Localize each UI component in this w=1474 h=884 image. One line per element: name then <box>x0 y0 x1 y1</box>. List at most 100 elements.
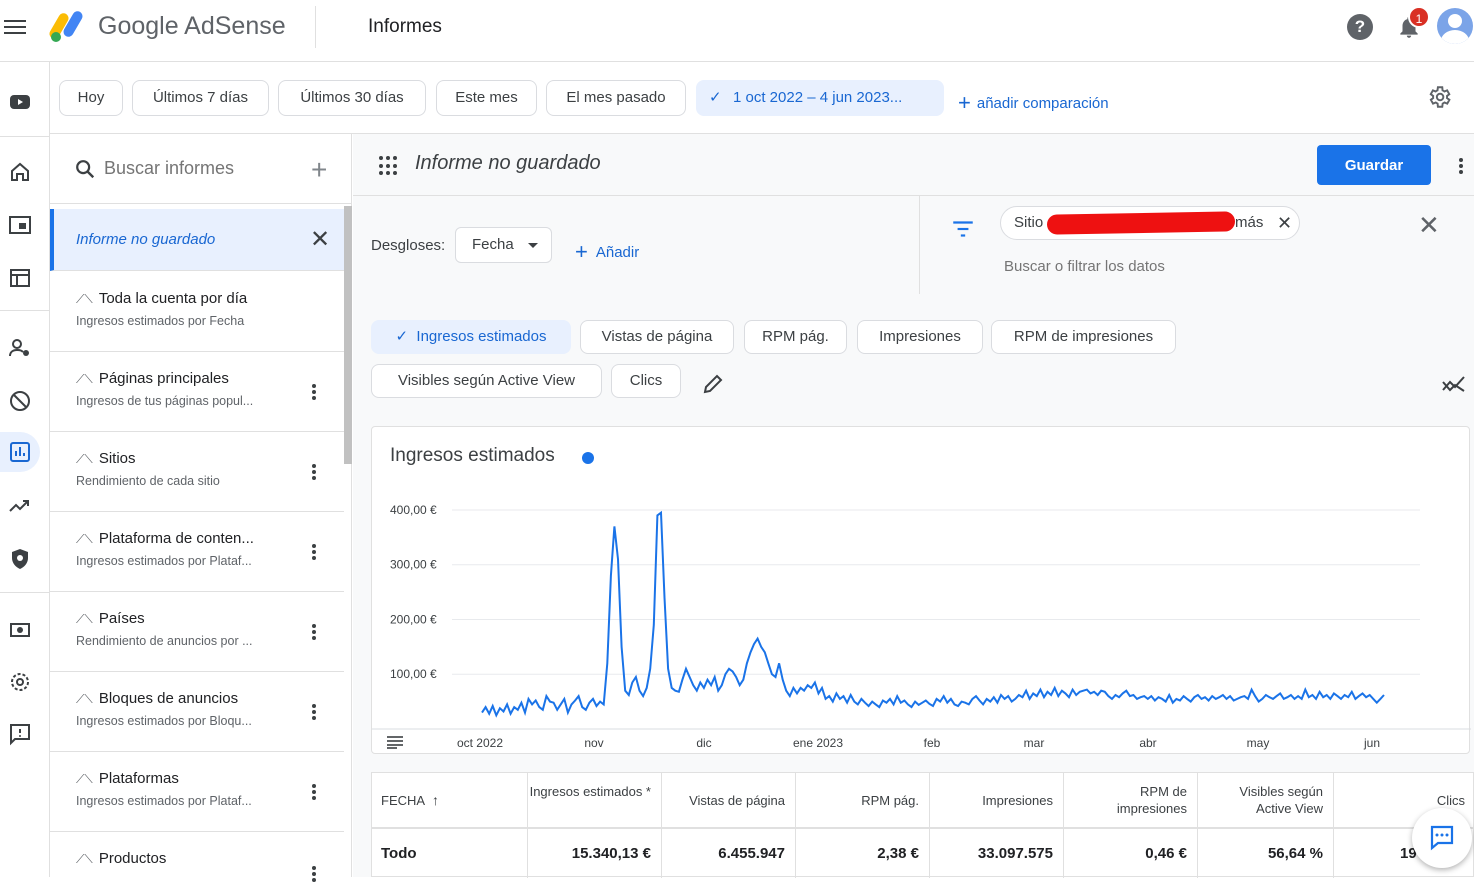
more-vert-icon[interactable] <box>312 864 318 884</box>
x-tick-label: jun <box>1363 736 1380 750</box>
date-chip-last-7[interactable]: Últimos 7 días <box>132 80 269 116</box>
sparkline-icon: ⟋⟍ <box>76 452 93 466</box>
list-item-unsaved-report[interactable]: Informe no guardado ✕ <box>50 209 344 271</box>
more-vert-icon[interactable] <box>312 542 318 562</box>
date-chip-today[interactable]: Hoy <box>59 80 123 116</box>
filter-chip-label: Sitio <box>1014 214 1044 231</box>
metric-chip-clicks[interactable]: Clics <box>611 364 681 398</box>
filter-search-input[interactable] <box>1004 258 1304 275</box>
reports-icon[interactable] <box>0 432 40 472</box>
new-report-plus-icon[interactable]: + <box>311 154 327 186</box>
home-icon[interactable] <box>0 152 40 192</box>
table-cell: 56,64 % <box>1198 829 1334 878</box>
sparkline-icon: ⟋⟍ <box>76 292 93 306</box>
optimization-icon[interactable] <box>0 486 40 526</box>
list-item[interactable]: ⟋⟍ Productos <box>50 832 344 882</box>
column-header[interactable]: Impresiones <box>930 773 1064 827</box>
list-item[interactable]: ⟋⟍ Sitios Rendimiento de cada sitio <box>50 432 344 512</box>
list-item[interactable]: ⟋⟍ Páginas principales Ingresos de tus pá… <box>50 352 344 432</box>
series-line-estimated-earnings[interactable] <box>481 510 1385 718</box>
sparkline-icon: ⟋⟍ <box>76 852 93 866</box>
column-header-date[interactable]: FECHA ↑ <box>372 773 528 827</box>
blocking-controls-icon[interactable] <box>0 381 40 421</box>
column-header[interactable]: RPM pág. <box>796 773 930 827</box>
check-icon: ✓ <box>709 89 722 106</box>
compare-trend-icon[interactable] <box>1441 372 1467 396</box>
report-subtitle: Ingresos de tus páginas popul... <box>76 394 254 408</box>
metric-chip-estimated-earnings[interactable]: ✓ Ingresos estimados <box>371 320 571 354</box>
save-button[interactable]: Guardar <box>1317 145 1431 185</box>
more-vert-icon[interactable] <box>312 382 318 402</box>
add-comparison-button[interactable]: + añadir comparación <box>958 88 1109 115</box>
date-range-bar: Hoy Últimos 7 días Últimos 30 días Este … <box>50 62 1474 134</box>
add-breakdown-button[interactable]: + Añadir <box>575 237 639 264</box>
column-header[interactable]: Visibles según Active View <box>1198 773 1334 827</box>
report-title: Bloques de anuncios <box>98 690 239 707</box>
privacy-messaging-icon[interactable] <box>0 328 40 368</box>
plus-icon: + <box>575 239 588 264</box>
help-icon[interactable]: ? <box>1347 14 1373 40</box>
more-vert-icon[interactable] <box>312 622 318 642</box>
report-subtitle: Rendimiento de cada sitio <box>76 474 220 488</box>
metric-chip-page-views[interactable]: Vistas de página <box>580 320 734 354</box>
more-vert-icon[interactable] <box>312 462 318 482</box>
breakdowns-panel: Desgloses: Fecha + Añadir <box>353 196 920 294</box>
y-tick-label: 400,00 € <box>390 503 437 517</box>
filter-icon[interactable] <box>950 216 976 242</box>
chart-legend-icon[interactable] <box>386 735 404 749</box>
clear-filters-icon[interactable]: ✕ <box>1418 210 1440 241</box>
list-item[interactable]: ⟋⟍ Toda la cuenta por día Ingresos estima… <box>50 272 344 352</box>
date-chip-last-month[interactable]: El mes pasado <box>546 80 686 116</box>
list-item[interactable]: ⟋⟍ Países Rendimiento de anuncios por ... <box>50 592 344 672</box>
metric-chip-page-rpm[interactable]: RPM pág. <box>744 320 847 354</box>
report-table: FECHA ↑ Ingresos estimados * Vistas de p… <box>371 772 1474 878</box>
list-item[interactable]: ⟋⟍ Bloques de anuncios Ingresos estimados… <box>50 672 344 752</box>
report-search: + <box>50 134 352 204</box>
filter-panel: Sitio más ✕ ✕ <box>920 196 1474 294</box>
settings-icon[interactable] <box>0 662 40 702</box>
feedback-icon[interactable] <box>0 714 40 754</box>
more-vert-icon[interactable] <box>312 782 318 802</box>
more-vert-icon[interactable] <box>312 702 318 722</box>
gear-icon[interactable] <box>1426 84 1452 110</box>
column-header[interactable]: Ingresos estimados * <box>528 773 662 827</box>
close-icon[interactable]: ✕ <box>1277 207 1292 239</box>
apps-icon[interactable] <box>379 156 399 176</box>
report-name[interactable]: Informe no guardado <box>415 152 601 175</box>
close-icon[interactable]: ✕ <box>310 225 330 254</box>
metric-chip-active-view[interactable]: Visibles según Active View <box>371 364 602 398</box>
report-subtitle: Ingresos estimados por Plataf... <box>76 554 252 568</box>
report-main: Informe no guardado Guardar Desgloses: F… <box>353 134 1474 878</box>
column-header[interactable]: Vistas de página <box>662 773 796 827</box>
line-chart[interactable]: 100,00 € 200,00 € 300,00 € 400,00 € oct 2022… <box>372 427 1471 755</box>
list-item[interactable]: ⟋⟍ Plataformas Ingresos estimados por Pla… <box>50 752 344 832</box>
youtube-icon[interactable] <box>0 82 40 122</box>
date-chip-last-30[interactable]: Últimos 30 días <box>278 80 426 116</box>
table-cell: 33.097.575 <box>930 829 1064 878</box>
sparkline-icon: ⟋⟍ <box>76 372 93 386</box>
policy-center-icon[interactable] <box>0 539 40 579</box>
ads-icon[interactable] <box>0 258 40 298</box>
feedback-icon <box>1430 825 1454 851</box>
scrollbar[interactable] <box>344 206 352 464</box>
date-chip-this-month[interactable]: Este mes <box>436 80 537 116</box>
column-header[interactable]: RPM de impresiones <box>1064 773 1198 827</box>
breakdown-select[interactable]: Fecha <box>455 227 552 263</box>
menu-icon[interactable] <box>4 16 26 36</box>
y-tick-label: 300,00 € <box>390 558 437 572</box>
feedback-fab-button[interactable] <box>1412 808 1472 868</box>
search-input[interactable] <box>104 158 304 179</box>
chart-card: Ingresos estimados 100,00 €200,00 €300,0… <box>371 426 1471 755</box>
date-range-selector[interactable]: ✓ 1 oct 2022 – 4 jun 2023... <box>696 80 944 116</box>
list-item[interactable]: ⟋⟍ Plataforma de conten... Ingresos estim… <box>50 512 344 592</box>
avatar[interactable] <box>1437 8 1473 44</box>
more-vert-icon[interactable] <box>1459 156 1463 176</box>
app-brand: Google AdSense <box>98 12 286 40</box>
edit-icon[interactable] <box>701 372 725 396</box>
metric-chip-impressions[interactable]: Impresiones <box>857 320 983 354</box>
metric-chip-impression-rpm[interactable]: RPM de impresiones <box>991 320 1176 354</box>
site-filter-chip[interactable]: Sitio más ✕ <box>1000 206 1300 240</box>
sites-icon[interactable] <box>0 205 40 245</box>
notification-badge: 1 <box>1408 6 1430 28</box>
payments-icon[interactable] <box>0 610 40 650</box>
